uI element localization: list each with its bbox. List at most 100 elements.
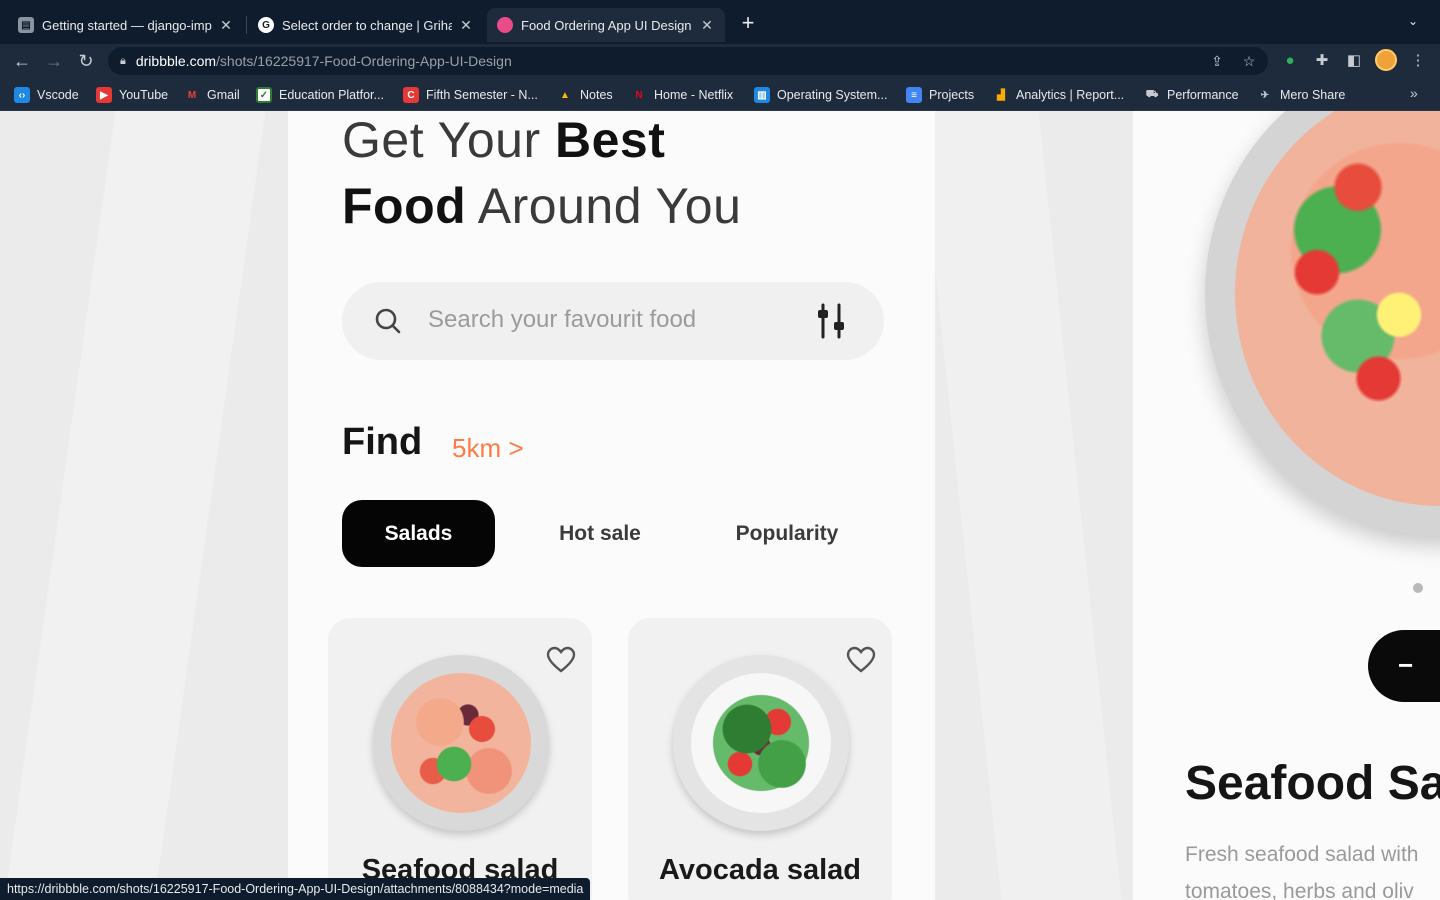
tab-search-chevron-icon[interactable]: ⌄ [1408,14,1418,28]
tab-title: Food Ordering App UI Design b [521,17,693,33]
tab-grihan[interactable]: G Select order to change | Grihan ✕ [248,8,484,42]
bookmark-vscode[interactable]: ‹› Vscode [14,86,79,104]
food-card-avocada-salad[interactable]: Avocada salad [628,618,892,900]
headline-bold-text: Best [555,112,666,168]
more-bookmarks-chevron-icon[interactable]: » [1410,85,1418,101]
close-tab-icon[interactable]: ✕ [699,17,715,34]
education-icon: ✓ [256,87,272,103]
bookmark-education[interactable]: ✓ Education Platfor... [256,86,384,104]
bookmark-label: Vscode [37,88,79,102]
filter-sliders-icon[interactable] [814,302,848,340]
category-chip-salads[interactable]: Salads [342,500,495,567]
reload-icon[interactable]: ↻ [74,49,98,73]
os-icon: ▥ [754,87,770,103]
back-arrow-icon[interactable]: ← [10,49,34,73]
bookmark-label: Projects [929,88,975,102]
headline-line-2: Food Around You [342,177,741,235]
analytics-icon: ▟ [997,89,1005,101]
url-path: /shots/16225917-Food-Ordering-App-UI-Des… [216,53,512,69]
tab-title: Select order to change | Grihan [282,17,452,33]
avocada-salad-image [673,655,849,831]
bookmark-mero-share[interactable]: ✈ Mero Share [1257,86,1346,104]
profile-avatar[interactable] [1375,49,1397,71]
category-chip-popularity[interactable]: Popularity [712,500,862,567]
bookmark-label: Operating System... [777,88,888,102]
background-streak [918,111,1122,900]
new-tab-button[interactable]: + [738,12,758,36]
tab-title: Getting started — django-impo [42,17,212,33]
grihan-icon: G [258,17,274,33]
vscode-icon: ‹› [14,87,30,103]
bookmark-analytics[interactable]: ▟ Analytics | Report... [993,86,1124,104]
bookmark-label: Mero Share [1280,88,1346,102]
distance-filter-link[interactable]: 5km > [452,433,524,464]
search-icon [375,308,401,334]
heart-icon[interactable] [546,646,576,674]
share-icon[interactable]: ⇪ [1208,52,1226,70]
search-placeholder: Search your favourit food [428,306,697,333]
headline-light-text: Get Your [342,112,555,168]
menu-kebab-icon[interactable]: ⋮ [1408,51,1428,71]
status-bar-link-preview: https://dribbble.com/shots/16225917-Food… [0,878,591,900]
find-heading: Find [342,421,423,463]
headline-light-text: Around You [466,178,742,234]
tab-strip: ▤ Getting started — django-impo ✕ G Sele… [0,0,1440,44]
bookmark-fifth-semester[interactable]: C Fifth Semester - N... [403,86,538,104]
bookmarks-bar: ‹› Vscode ▶ YouTube M Gmail ✓ Education Plat… [0,78,1440,111]
background-streak [4,111,266,900]
bookmark-label: Analytics | Report... [1016,88,1125,102]
detail-description-line: Fresh seafood salad with [1185,843,1419,866]
tab-dribbble[interactable]: Food Ordering App UI Design b ✕ [487,8,725,42]
bookmark-label: Performance [1167,88,1239,102]
drive-icon: ▲ [560,89,570,101]
detail-description: Fresh seafood salad with tomatoes, herbs… [1185,836,1418,900]
url-host: dribbble.com [135,53,217,69]
bookmark-label: Gmail [207,88,240,102]
bookmark-label: Fifth Semester - N... [426,88,538,102]
bookmark-gmail[interactable]: M Gmail [184,86,240,104]
youtube-icon: ▶ [96,87,112,103]
seafood-salad-image [373,655,549,831]
netflix-icon: N [635,89,643,101]
bookmark-notes[interactable]: ▲ Notes [557,86,613,104]
food-card-seafood-salad[interactable]: Seafood salad [328,618,592,900]
evernote-extension-icon[interactable]: ● [1280,51,1300,71]
address-bar[interactable]: 🔒︎ dribbble.com/shots/16225917-Food-Orde… [108,47,1268,75]
search-bar[interactable]: Search your favourit food [342,282,884,360]
minus-icon[interactable]: − [1398,652,1420,678]
tab-django[interactable]: ▤ Getting started — django-impo ✕ [8,8,244,42]
forward-arrow-icon[interactable]: → [42,49,66,73]
detail-title: Seafood Sa [1185,757,1440,810]
bookmark-label: Home - Netflix [654,88,734,102]
bookmark-label: Education Platfor... [279,88,384,102]
tab-divider [246,16,247,34]
performance-icon: ⛟ [1145,88,1159,100]
lock-icon: 🔒︎ [120,54,126,67]
bookmark-youtube[interactable]: ▶ YouTube [96,86,168,104]
close-tab-icon[interactable]: ✕ [458,17,474,34]
toolbar: ← → ↻ 🔒︎ dribbble.com/shots/16225917-Foo… [0,44,1440,78]
bookmark-performance[interactable]: ⛟ Performance [1144,86,1239,104]
bookmark-netflix[interactable]: N Home - Netflix [631,86,733,104]
detail-description-line: tomatoes, herbs and oliv [1185,880,1414,900]
book-icon: ▤ [18,17,34,33]
shot-canvas: Get Your Best Food Around You Search you… [0,111,1440,900]
bookmark-projects[interactable]: ≡ Projects [906,86,974,104]
semester-icon: C [403,87,419,103]
carousel-dot[interactable] [1413,583,1423,593]
side-panel-icon[interactable]: ◧ [1344,51,1364,71]
bookmark-label: YouTube [119,88,169,102]
category-chip-hot-sale[interactable]: Hot sale [520,500,680,567]
food-card-title: Avocada salad [658,854,862,886]
bookmark-operating-system[interactable]: ▥ Operating System... [754,86,887,104]
heart-icon[interactable] [846,646,876,674]
bookmark-label: Notes [580,88,613,102]
dribbble-icon [497,17,513,33]
extensions-puzzle-icon[interactable]: ✚ [1312,51,1332,71]
docs-icon: ≡ [906,87,922,103]
close-tab-icon[interactable]: ✕ [218,17,234,34]
quantity-stepper[interactable]: − [1368,630,1440,702]
gmail-icon: M [187,89,197,101]
bookmark-star-icon[interactable]: ☆ [1240,52,1258,70]
headline-line-1: Get Your Best [342,111,665,169]
